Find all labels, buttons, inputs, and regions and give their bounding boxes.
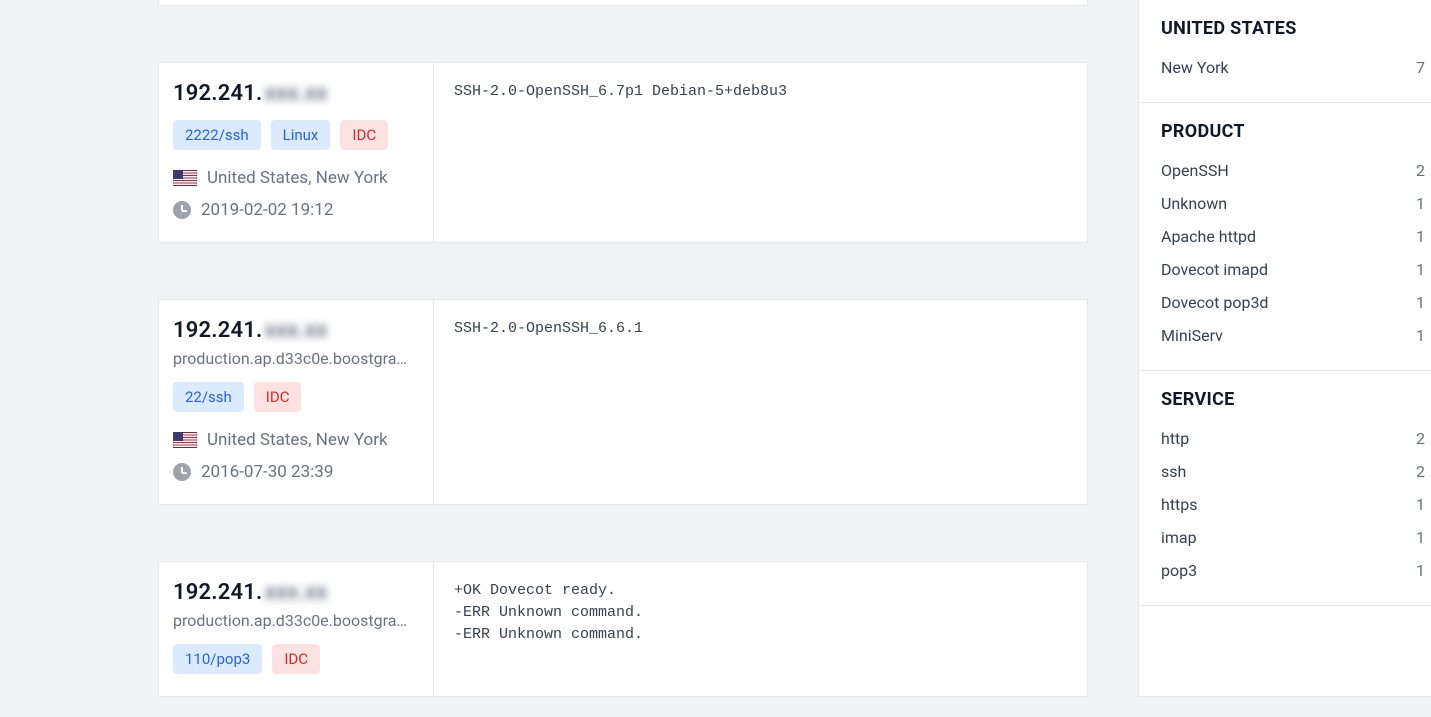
facet-row[interactable]: https 1 xyxy=(1161,488,1425,521)
result-meta: 192.241.xxx.xx production.ap.d33c0e.boost… xyxy=(159,300,434,504)
facet-count: 1 xyxy=(1416,293,1425,312)
facet-row[interactable]: New York 7 xyxy=(1161,51,1425,84)
facet-count: 1 xyxy=(1416,561,1425,580)
tag-list: 22/ssh IDC xyxy=(173,382,419,412)
location-row: United States, New York xyxy=(173,430,419,450)
facet-label: Apache httpd xyxy=(1161,227,1256,246)
facet-count: 1 xyxy=(1416,227,1425,246)
facet-row[interactable]: Apache httpd 1 xyxy=(1161,220,1425,253)
facet-count: 7 xyxy=(1416,58,1425,77)
facet-section: UNITED STATES New York 7 xyxy=(1139,0,1431,103)
banner-text: +OK Dovecot ready. -ERR Unknown command.… xyxy=(434,562,1087,696)
result-meta: 192.241.xxx.xx production.ap.d33c0e.boost… xyxy=(159,562,434,696)
flag-icon xyxy=(173,432,197,448)
facet-label: Dovecot pop3d xyxy=(1161,293,1268,312)
result-meta: 192.241.xxx.xx2222/sshLinuxIDCUnited Sta… xyxy=(159,63,434,242)
facet-row[interactable]: Unknown 1 xyxy=(1161,187,1425,220)
timestamp-row: 2019-02-02 19:12 xyxy=(173,200,419,220)
tag[interactable]: IDC xyxy=(340,120,388,150)
facet-label: imap xyxy=(1161,528,1197,547)
ip-suffix-redacted: xxx.xx xyxy=(265,318,328,343)
ip-address[interactable]: 192.241.xxx.xx xyxy=(173,81,419,106)
tag[interactable]: IDC xyxy=(254,382,302,412)
facet-row[interactable]: ssh 2 xyxy=(1161,455,1425,488)
facet-row[interactable]: MiniServ 1 xyxy=(1161,319,1425,352)
banner-text: SSH-2.0-OpenSSH_6.6.1 xyxy=(434,300,1087,504)
facet-label: MiniServ xyxy=(1161,326,1223,345)
timestamp-row: 2016-07-30 23:39 xyxy=(173,462,419,482)
facet-count: 2 xyxy=(1416,161,1425,180)
facet-count: 2 xyxy=(1416,429,1425,448)
facet-label: Unknown xyxy=(1161,194,1227,213)
facet-row[interactable]: OpenSSH 2 xyxy=(1161,154,1425,187)
timestamp-text: 2016-07-30 23:39 xyxy=(201,462,333,482)
facet-row[interactable]: Dovecot pop3d 1 xyxy=(1161,286,1425,319)
results-list: 192.241.xxx.xx2222/sshLinuxIDCUnited Sta… xyxy=(158,0,1088,697)
ip-address[interactable]: 192.241.xxx.xx xyxy=(173,580,419,605)
hostname[interactable]: production.ap.d33c0e.boostgram… xyxy=(173,349,419,368)
flag-icon xyxy=(173,170,197,186)
ip-prefix: 192.241. xyxy=(173,81,263,106)
facet-label: ssh xyxy=(1161,462,1186,481)
result-card-stub xyxy=(158,0,1088,6)
facet-count: 1 xyxy=(1416,260,1425,279)
facet-count: 2 xyxy=(1416,462,1425,481)
facet-title: UNITED STATES xyxy=(1161,18,1425,39)
tag[interactable]: 110/pop3 xyxy=(173,644,262,674)
facet-label: OpenSSH xyxy=(1161,161,1229,180)
facet-row[interactable]: imap 1 xyxy=(1161,521,1425,554)
ip-prefix: 192.241. xyxy=(173,580,263,605)
facet-label: http xyxy=(1161,429,1189,448)
result-card: 192.241.xxx.xx2222/sshLinuxIDCUnited Sta… xyxy=(158,62,1088,243)
facet-row[interactable]: Dovecot imapd 1 xyxy=(1161,253,1425,286)
facet-row[interactable]: http 2 xyxy=(1161,422,1425,455)
facet-section: SERVICE http 2 ssh 2 https 1 imap 1 pop3 1 xyxy=(1139,371,1431,606)
location-row: United States, New York xyxy=(173,168,419,188)
facet-row[interactable]: pop3 1 xyxy=(1161,554,1425,587)
clock-icon xyxy=(173,201,191,219)
hostname[interactable]: production.ap.d33c0e.boostgram… xyxy=(173,611,419,630)
facet-count: 1 xyxy=(1416,194,1425,213)
tag[interactable]: 2222/ssh xyxy=(173,120,261,150)
ip-suffix-redacted: xxx.xx xyxy=(265,580,328,605)
facet-count: 1 xyxy=(1416,528,1425,547)
facet-section: PRODUCTOpenSSH2Unknown1Apache httpd1Dove… xyxy=(1139,103,1431,371)
result-card: 192.241.xxx.xx production.ap.d33c0e.boost… xyxy=(158,561,1088,697)
location-text: United States, New York xyxy=(207,430,388,450)
ip-suffix-redacted: xxx.xx xyxy=(265,81,328,106)
facet-label: pop3 xyxy=(1161,561,1197,580)
facet-title: PRODUCT xyxy=(1161,121,1425,142)
result-card: 192.241.xxx.xx production.ap.d33c0e.boost… xyxy=(158,299,1088,505)
tag-list: 2222/ssh Linux IDC xyxy=(173,120,419,150)
clock-icon xyxy=(173,463,191,481)
tag[interactable]: IDC xyxy=(272,644,320,674)
facet-label: https xyxy=(1161,495,1198,514)
ip-prefix: 192.241. xyxy=(173,318,263,343)
tag[interactable]: Linux xyxy=(271,120,331,150)
location-text: United States, New York xyxy=(207,168,388,188)
facet-count: 1 xyxy=(1416,495,1425,514)
facet-title: SERVICE xyxy=(1161,389,1425,410)
tag-list: 110/pop3 IDC xyxy=(173,644,419,674)
facet-sidebar: UNITED STATES New York 7 PRODUCT OpenSSH 2 Unk… xyxy=(1138,0,1431,697)
tag[interactable]: 22/ssh xyxy=(173,382,244,412)
facet-label: Dovecot imapd xyxy=(1161,260,1268,279)
facet-label: New York xyxy=(1161,58,1229,77)
banner-text: SSH-2.0-OpenSSH_6.7p1 Debian-5+deb8u3 xyxy=(434,63,1087,242)
timestamp-text: 2019-02-02 19:12 xyxy=(201,200,333,220)
ip-address[interactable]: 192.241.xxx.xx xyxy=(173,318,419,343)
facet-count: 1 xyxy=(1416,326,1425,345)
